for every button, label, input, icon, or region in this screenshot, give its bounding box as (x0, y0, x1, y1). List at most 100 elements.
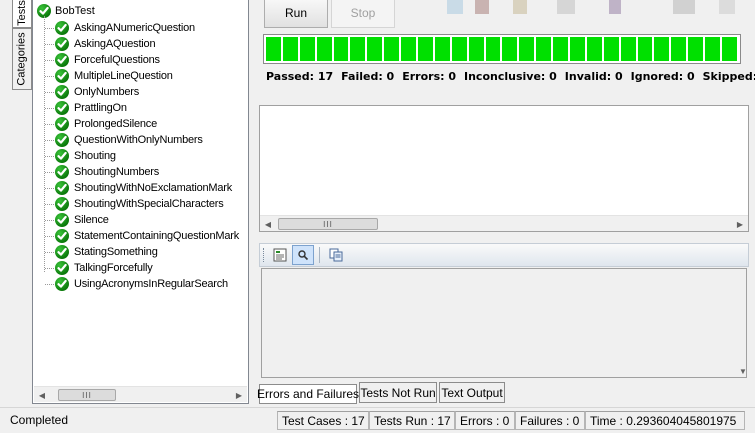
progress-segment (603, 37, 620, 61)
tree-test-node[interactable]: ProlongedSilence (45, 116, 239, 132)
tree-test-node[interactable]: ShoutingWithSpecialCharacters (45, 196, 239, 212)
progress-bar (263, 34, 741, 64)
error-list-scrollbar[interactable]: ◀ III ▶ (260, 215, 748, 231)
tree-test-node[interactable]: PrattlingOn (45, 100, 239, 116)
source-code-icon[interactable] (269, 245, 291, 265)
results-summary: Passed: 17 Failed: 0 Errors: 0 Inconclusive… (266, 70, 755, 86)
tree-test-node[interactable]: StatementContainingQuestionMark (45, 228, 239, 244)
test-name: AskingAQuestion (74, 38, 156, 50)
tree-branch-line (45, 268, 54, 269)
status-state: Completed (10, 413, 69, 427)
test-name: StatementContainingQuestionMark (74, 230, 240, 242)
summary-count: Passed: 17 (266, 70, 334, 83)
scroll-thumb[interactable]: III (58, 389, 116, 401)
tab-text-output[interactable]: Text Output (439, 382, 505, 403)
scroll-thumb[interactable]: III (278, 218, 378, 230)
summary-count: Invalid: 0 (564, 70, 623, 83)
stacktrace-toolbar (259, 243, 749, 267)
tree-test-node[interactable]: AskingANumericQuestion (45, 20, 239, 36)
stacktrace-vertical-scrollbar[interactable]: ▼ (737, 268, 749, 378)
passed-check-icon (55, 69, 69, 83)
progress-segment (468, 37, 485, 61)
passed-check-icon (55, 165, 69, 179)
test-name: OnlyNumbers (74, 86, 140, 98)
passed-check-icon (55, 21, 69, 35)
test-name: ProlongedSilence (74, 118, 158, 130)
tree-items: AskingANumericQuestion AskingAQuestion For… (45, 20, 239, 292)
test-name: PrattlingOn (74, 102, 127, 114)
tree-branch-line (45, 92, 54, 93)
progress-segment (367, 37, 384, 61)
tree-test-node[interactable]: ShoutingNumbers (45, 164, 239, 180)
tree-test-node[interactable]: StatingSomething (45, 244, 239, 260)
tree-branch-line (45, 284, 54, 285)
progress-segment (282, 37, 299, 61)
scroll-down-icon[interactable]: ▼ (739, 367, 747, 376)
tree-test-node[interactable]: TalkingForcefully (45, 260, 239, 276)
progress-segment (451, 37, 468, 61)
passed-check-icon (55, 53, 69, 67)
passed-check-icon (55, 85, 69, 99)
tree-root-node[interactable]: BobTest (37, 3, 95, 19)
summary-count: Failed: 0 (341, 70, 395, 83)
passed-check-icon (55, 149, 69, 163)
test-name: ShoutingNumbers (74, 166, 160, 178)
status-bar: Completed Test Cases : 17 Tests Run : 17… (0, 407, 755, 433)
status-tests-run: Tests Run : 17 (369, 411, 455, 430)
tree-branch-line (45, 76, 54, 77)
tab-tests[interactable]: Tests (12, 0, 32, 28)
error-list[interactable]: ◀ III ▶ (259, 105, 749, 232)
tree-test-node[interactable]: OnlyNumbers (45, 84, 239, 100)
tree-test-node[interactable]: AskingAQuestion (45, 36, 239, 52)
passed-check-icon (55, 229, 69, 243)
scroll-right-icon[interactable]: ▶ (732, 216, 748, 232)
scroll-right-icon[interactable]: ▶ (231, 387, 247, 403)
progress-segment (536, 37, 553, 61)
tree-branch-line (45, 204, 54, 205)
progress-segment (418, 37, 434, 61)
progress-segment (401, 37, 418, 61)
background-blur (395, 0, 755, 26)
tree-branch-line (45, 44, 54, 45)
magnify-icon[interactable] (292, 245, 314, 265)
passed-check-icon (55, 37, 69, 51)
tree-test-node[interactable]: QuestionWithOnlyNumbers (45, 132, 239, 148)
progress-segment (485, 37, 502, 61)
summary-count: Skipped: 0 (702, 70, 755, 83)
scroll-left-icon[interactable]: ◀ (260, 216, 276, 232)
tree-branch-line (45, 220, 54, 221)
tab-tests-not-run[interactable]: Tests Not Run (359, 382, 437, 403)
tree-branch-line (45, 252, 54, 253)
test-name: TalkingForcefully (74, 262, 153, 274)
tree-horizontal-scrollbar[interactable]: ◀ III ▶ (34, 386, 247, 402)
progress-segment (519, 37, 536, 61)
progress-segment (671, 37, 688, 61)
stacktrace-display[interactable] (261, 268, 747, 378)
test-name: Shouting (74, 150, 116, 162)
passed-check-icon (55, 197, 69, 211)
stop-button[interactable]: Stop (331, 0, 395, 28)
tree-test-node[interactable]: ForcefulQuestions (45, 52, 239, 68)
tab-errors-and-failures[interactable]: Errors and Failures (257, 384, 359, 404)
passed-check-icon (55, 181, 69, 195)
passed-check-icon (55, 101, 69, 115)
tree-test-node[interactable]: Shouting (45, 148, 239, 164)
test-name: QuestionWithOnlyNumbers (74, 134, 203, 146)
progress-segment (316, 37, 333, 61)
tree-test-node[interactable]: UsingAcronymsInRegularSearch (45, 276, 239, 292)
tree-test-node[interactable]: ShoutingWithNoExclamationMark (45, 180, 239, 196)
progress-segment (553, 37, 570, 61)
tree-branch-line (45, 28, 54, 29)
tree-test-node[interactable]: Silence (45, 212, 239, 228)
tree-root-label: BobTest (55, 5, 95, 17)
progress-segment (299, 37, 316, 61)
progress-segment (705, 37, 722, 61)
progress-segment (570, 37, 586, 61)
tree-branch-line (45, 172, 54, 173)
run-button[interactable]: Run (264, 0, 328, 28)
tab-categories[interactable]: Categories (12, 28, 32, 90)
tree-test-node[interactable]: MultipleLineQuestion (45, 68, 239, 84)
scroll-left-icon[interactable]: ◀ (34, 387, 50, 403)
status-errors: Errors : 0 (455, 411, 515, 430)
copy-icon[interactable] (325, 245, 347, 265)
